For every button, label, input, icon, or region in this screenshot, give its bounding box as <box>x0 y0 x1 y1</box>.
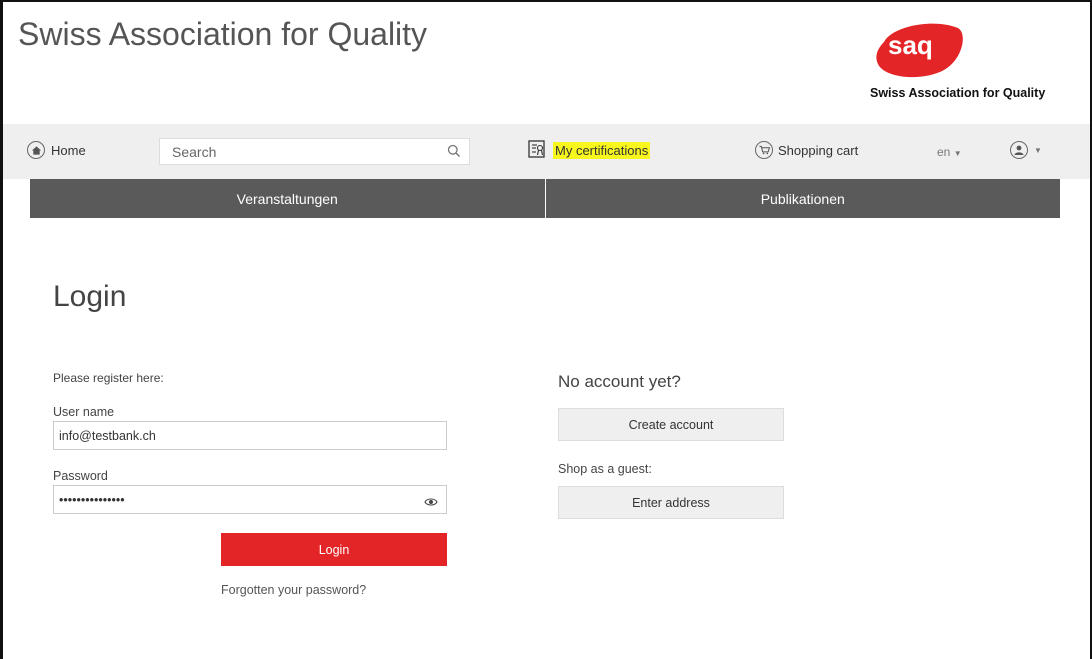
user-menu[interactable]: ▼ <box>1010 141 1042 159</box>
username-field[interactable] <box>54 422 446 449</box>
user-icon <box>1010 141 1028 159</box>
nav-my-certifications-label: My certifications <box>553 142 651 159</box>
saq-logo-mark: saq <box>876 23 963 78</box>
username-field-wrapper <box>53 421 447 450</box>
search-icon[interactable] <box>447 144 461 163</box>
no-account-heading: No account yet? <box>558 372 681 391</box>
login-title: Login <box>53 280 127 313</box>
language-value: en <box>937 145 951 159</box>
enter-address-button[interactable]: Enter address <box>558 486 784 519</box>
menu-item-publikationen[interactable]: Publikationen <box>544 179 1060 218</box>
main-menu: Veranstaltungen Publikationen <box>30 179 1060 218</box>
shopping-cart-icon <box>755 141 773 159</box>
eye-icon[interactable] <box>424 494 438 512</box>
logo-caption: Swiss Association for Quality <box>870 86 1046 100</box>
nav-my-certifications[interactable]: My certifications <box>527 139 651 162</box>
create-account-button[interactable]: Create account <box>558 408 784 441</box>
language-selector[interactable]: en ▼ <box>937 145 962 159</box>
top-navbar: Home My certifications Shopping cart en <box>3 124 1090 179</box>
chevron-down-icon: ▼ <box>1034 145 1042 155</box>
saq-logo[interactable]: saq Swiss Association for Quality <box>870 20 1070 110</box>
register-text: Please register here: <box>53 371 164 385</box>
nav-shopping-cart-label: Shopping cart <box>778 142 859 158</box>
guest-text: Shop as a guest: <box>558 462 652 476</box>
chevron-down-icon: ▼ <box>953 149 962 158</box>
svg-text:saq: saq <box>888 30 933 60</box>
nav-home-label: Home <box>51 142 86 158</box>
nav-home[interactable]: Home <box>27 141 86 159</box>
password-field[interactable] <box>54 486 446 513</box>
username-label: User name <box>53 405 115 419</box>
certificate-icon <box>527 139 547 162</box>
password-field-wrapper <box>53 485 447 514</box>
nav-shopping-cart[interactable]: Shopping cart <box>755 141 858 159</box>
search-input[interactable] <box>160 139 440 164</box>
password-label: Password <box>53 469 108 483</box>
home-icon <box>27 141 45 159</box>
menu-item-veranstaltungen[interactable]: Veranstaltungen <box>30 179 545 218</box>
search-box <box>159 138 470 165</box>
site-title: Swiss Association for Quality <box>18 16 428 52</box>
forgot-password-link[interactable]: Forgotten your password? <box>221 583 366 597</box>
login-button[interactable]: Login <box>221 533 447 566</box>
